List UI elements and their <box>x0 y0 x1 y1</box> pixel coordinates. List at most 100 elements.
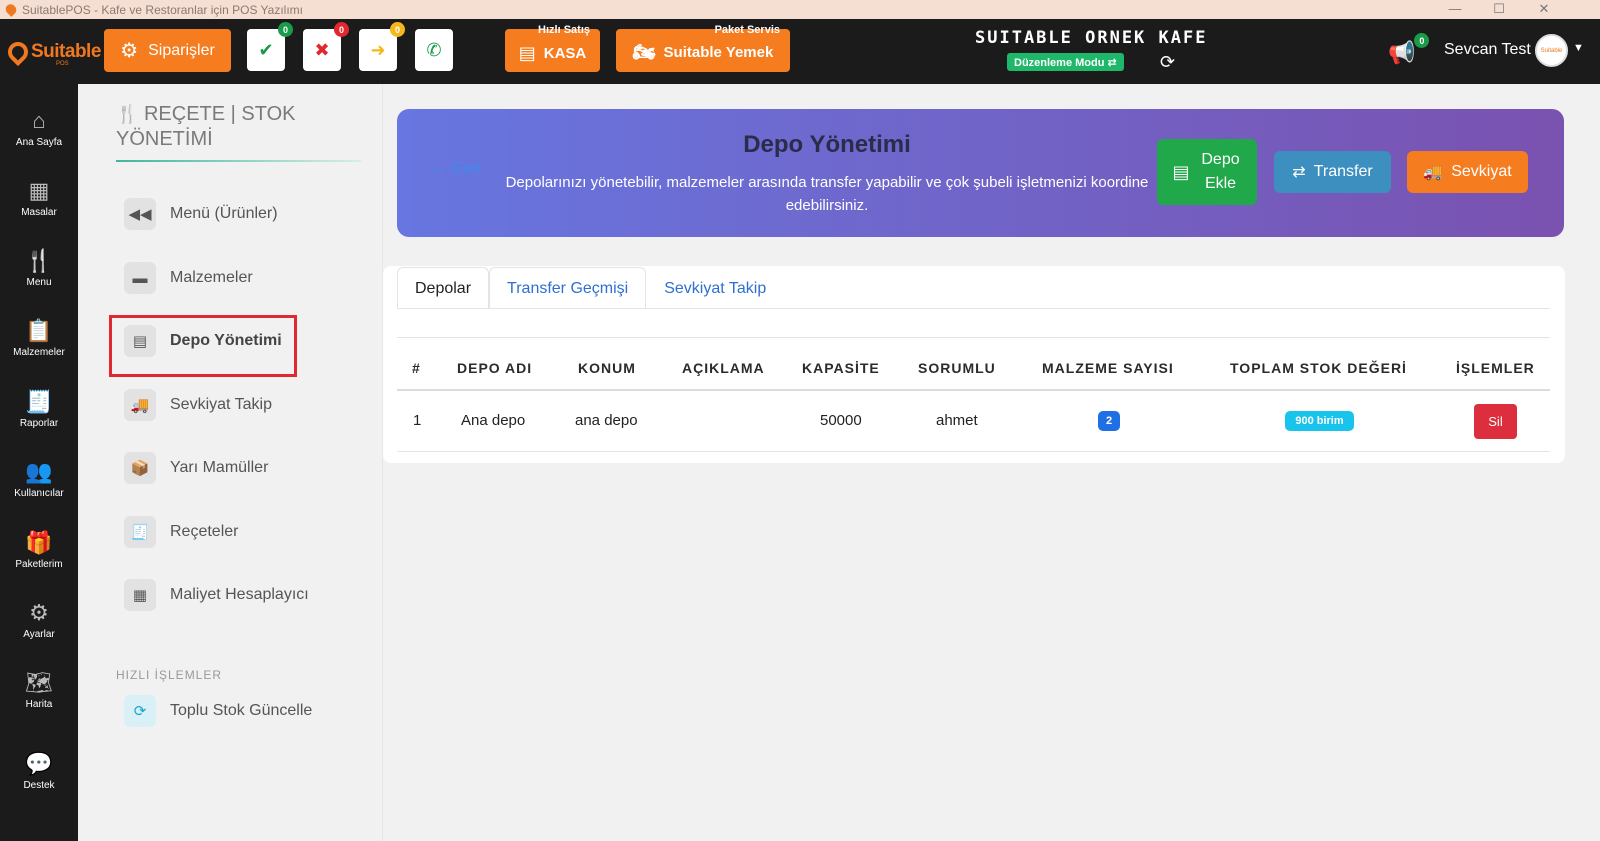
orders-button[interactable]: ⚙ Siparişler <box>104 29 231 72</box>
maximize-button[interactable]: ☐ <box>1479 0 1519 19</box>
backward-icon: ◀◀ <box>124 198 156 230</box>
location-pin-icon <box>3 37 33 67</box>
table-top-border <box>397 337 1550 338</box>
window-title: SuitablePOS - Kafe ve Restoranlar için P… <box>22 2 304 17</box>
tab-bar: Depolar Transfer Geçmişi Sevkiyat Takip <box>397 267 784 309</box>
app-logo-icon <box>3 2 19 17</box>
cell-index: 1 <box>413 412 422 429</box>
sidebar-label: Malzemeler <box>13 347 65 358</box>
stock-value-badge: 900 birim <box>1285 411 1354 431</box>
quick-sale-label: Hızlı Satış <box>538 24 590 36</box>
table-header-border <box>397 389 1550 391</box>
cancelled-orders-button[interactable]: ✖ 0 <box>303 22 349 71</box>
users-icon: 👥 <box>25 459 53 484</box>
add-depot-button[interactable]: ▤ Depo Ekle <box>1157 139 1257 205</box>
sidebar-label: Masalar <box>21 207 57 218</box>
sidebar-label: Ayarlar <box>23 629 55 640</box>
column-header-aciklama: AÇIKLAMA <box>682 360 765 376</box>
panel-item-maliyet-hesaplayici[interactable]: ▦ Maliyet Hesaplayıcı <box>124 575 309 615</box>
material-count-badge: 2 <box>1098 411 1120 431</box>
sidebar-item-masalar[interactable]: ▦ Masalar <box>0 178 78 218</box>
main-sidebar: ⌂ Ana Sayfa ▦ Masalar 🍴 Menu 📋 Malzemeler 🧾 R… <box>0 84 78 841</box>
cell-sorumlu: ahmet <box>936 412 978 429</box>
utensils-icon: 🍴 <box>25 248 53 273</box>
table-row-border <box>397 451 1550 452</box>
tab-sevkiyat-takip[interactable]: Sevkiyat Takip <box>646 267 784 309</box>
check-icon: ✔ <box>258 39 274 60</box>
sidebar-item-ana-sayfa[interactable]: ⌂ Ana Sayfa <box>0 108 78 148</box>
motorcycle-icon: 🏍 <box>632 42 656 62</box>
panel-item-label: Toplu Stok Güncelle <box>170 702 313 719</box>
add-depot-label: Depo Ekle <box>1201 151 1240 192</box>
delete-button[interactable]: Sil <box>1474 404 1517 439</box>
column-header-toplam-stok-degeri: TOPLAM STOK DEĞERİ <box>1230 360 1407 376</box>
approved-orders-button[interactable]: ✔ 0 <box>247 22 293 71</box>
sidebar-label: Kullanıcılar <box>14 488 64 499</box>
comments-icon: 💬 <box>25 751 53 776</box>
sidebar-label: Ana Sayfa <box>15 137 63 148</box>
minimize-button[interactable]: — <box>1435 0 1475 19</box>
receipt-icon: 🧾 <box>124 516 156 548</box>
recipe-stock-panel: 🍴 REÇETE | STOK YÖNETİMİ ◀◀ Menü (Ürünler… <box>78 84 383 841</box>
tables-icon: ▦ <box>28 178 50 203</box>
tab-divider <box>397 308 1550 309</box>
panel-item-toplu-stok-guncelle[interactable]: ⟳ Toplu Stok Güncelle <box>124 691 312 731</box>
column-header-konum: KONUM <box>578 360 636 376</box>
suitable-yemek-label: Suitable Yemek <box>663 44 774 61</box>
kasa-button[interactable]: Hızlı Satış ▤ KASA <box>505 24 600 72</box>
announcements-button[interactable]: 📢 0 <box>1388 33 1430 66</box>
panel-item-menu-urunler[interactable]: ◀◀ Menü (Ürünler) <box>124 194 278 234</box>
chevron-down-icon[interactable]: ▼ <box>1573 42 1584 54</box>
sidebar-item-destek[interactable]: 💬 Destek <box>0 751 78 791</box>
cash-register-icon: ▤ <box>518 43 536 63</box>
sidebar-label: Destek <box>23 780 55 791</box>
edit-mode-toggle[interactable]: Düzenleme Modu ⇄ <box>1007 53 1124 71</box>
sidebar-item-harita[interactable]: 🗺 Harita <box>0 670 78 710</box>
panel-item-malzemeler[interactable]: ▬ Malzemeler <box>124 258 253 298</box>
shipment-button[interactable]: 🚚 Sevkiyat <box>1407 151 1528 193</box>
column-header-depo-adi: DEPO ADI <box>457 360 533 376</box>
sidebar-item-menu[interactable]: 🍴 Menu <box>0 248 78 288</box>
tab-transfer-gecmisi[interactable]: Transfer Geçmişi <box>489 267 647 309</box>
sidebar-label: Raporlar <box>19 418 59 429</box>
approved-count-badge: 0 <box>278 22 293 37</box>
sidebar-item-paketlerim[interactable]: 🎁 Paketlerim <box>0 530 78 570</box>
suitable-yemek-button[interactable]: Paket Servis 🏍 Suitable Yemek <box>616 24 790 72</box>
sync-icon: ⟳ <box>124 695 156 727</box>
page-description: Depolarınızı yönetebilir, malzemeler ara… <box>505 174 1149 214</box>
cancelled-count-badge: 0 <box>334 22 349 37</box>
phone-orders-button[interactable]: ✆ <box>415 29 453 71</box>
user-name[interactable]: Sevcan Test <box>1444 41 1531 59</box>
panel-title: 🍴 REÇETE | STOK YÖNETİMİ <box>116 102 346 152</box>
page-title: Depo Yönetimi <box>743 131 911 158</box>
sidebar-item-ayarlar[interactable]: ⚙ Ayarlar <box>0 600 78 640</box>
panel-item-receteler[interactable]: 🧾 Reçeteler <box>124 512 238 552</box>
cafe-name: SUITABLE ORNEK KAFE <box>975 28 1208 48</box>
back-link[interactable]: ← Geri <box>430 160 481 178</box>
cogs-icon: ⚙ <box>29 600 49 625</box>
panel-item-label: Yarı Mamüller <box>170 459 269 476</box>
logo-text: Suitable <box>31 41 101 62</box>
top-navbar <box>0 19 1600 84</box>
column-header-index: # <box>412 360 421 376</box>
refresh-icon[interactable]: ⟳ <box>1160 52 1175 73</box>
window-titlebar: SuitablePOS - Kafe ve Restoranlar için P… <box>0 0 1600 19</box>
panel-title-underline <box>116 160 361 162</box>
avatar[interactable]: Suitable <box>1535 34 1568 67</box>
panel-item-label: Reçeteler <box>170 523 239 540</box>
sidebar-item-malzemeler[interactable]: 📋 Malzemeler <box>0 318 78 358</box>
clipboard-icon: 📋 <box>25 318 53 343</box>
panel-item-label: Maliyet Hesaplayıcı <box>170 586 309 603</box>
panel-item-sevkiyat-takip[interactable]: 🚚 Sevkiyat Takip <box>124 385 272 425</box>
sidebar-item-kullanicilar[interactable]: 👥 Kullanıcılar <box>0 459 78 499</box>
transfer-button[interactable]: ⇄ Transfer <box>1274 151 1391 193</box>
panel-item-yari-mamuller[interactable]: 📦 Yarı Mamüller <box>124 448 268 488</box>
warehouse-icon: ▤ <box>1172 161 1190 182</box>
sidebar-item-raporlar[interactable]: 🧾 Raporlar <box>0 389 78 429</box>
tab-depolar[interactable]: Depolar <box>397 267 490 309</box>
close-window-button[interactable]: ✕ <box>1524 0 1564 19</box>
sidebar-label: Menu <box>26 277 52 288</box>
receipt-icon: 🧾 <box>25 389 53 414</box>
pending-orders-button[interactable]: ➜ 0 <box>359 22 405 71</box>
suitable-logo[interactable]: Suitable POS <box>3 35 101 69</box>
